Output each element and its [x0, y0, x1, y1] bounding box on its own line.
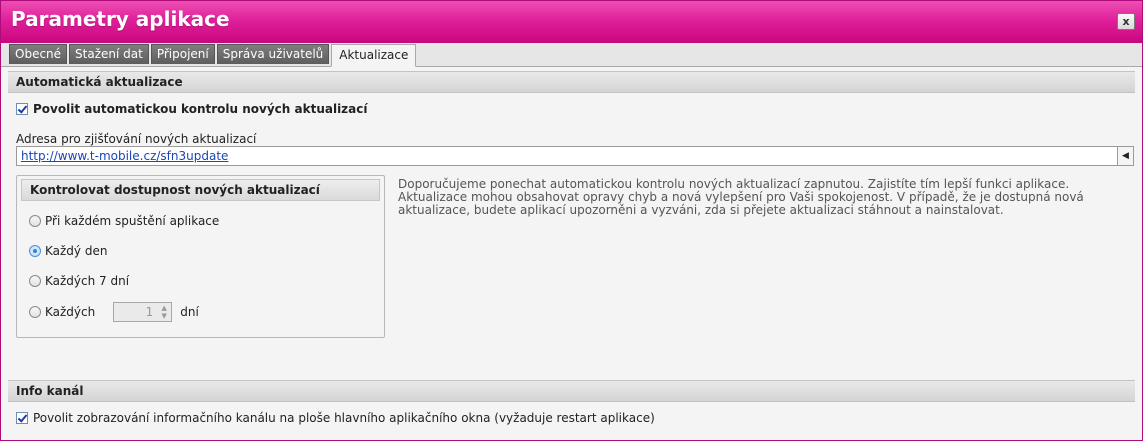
auto-update-check-row[interactable]: Povolit automatickou kontrolu nových akt…: [16, 102, 368, 116]
update-frequency-area: Kontrolovat dostupnost nových aktualizac…: [8, 175, 1135, 345]
update-url-field[interactable]: http://www.t-mobile.cz/sfn3update ◀: [16, 146, 1134, 166]
radio-icon[interactable]: [29, 245, 41, 257]
auto-update-section-header: Automatická aktualizace: [8, 71, 1135, 93]
title-bar: Parametry aplikace x: [1, 1, 1142, 43]
radio-icon[interactable]: [29, 215, 41, 227]
info-channel-checkbox-label: Povolit zobrazování informačního kanálu …: [33, 411, 655, 425]
tab-updates[interactable]: Aktualizace: [331, 44, 417, 67]
close-button[interactable]: x: [1117, 13, 1135, 30]
radio-icon[interactable]: [29, 275, 41, 287]
update-frequency-group: Kontrolovat dostupnost nových aktualizac…: [16, 175, 385, 338]
days-unit-label: dní: [180, 305, 199, 319]
info-channel-section-header: Info kanál: [8, 380, 1135, 402]
auto-update-checkbox-label: Povolit automatickou kontrolu nových akt…: [33, 102, 368, 116]
radio-icon[interactable]: [29, 306, 41, 318]
info-channel-checkbox[interactable]: [16, 412, 28, 424]
dropdown-arrow-icon[interactable]: ◀: [1117, 147, 1133, 165]
radio-every-7-days[interactable]: Každých 7 dní: [29, 274, 129, 288]
radio-every-n-days[interactable]: Každých 1 ▲ ▼ dní: [29, 302, 199, 322]
auto-update-info-text: Doporučujeme ponechat automatickou kontr…: [398, 177, 1084, 217]
stepper-arrows-icon[interactable]: ▲ ▼: [159, 304, 169, 320]
radio-label: Při každém spuštění aplikace: [45, 214, 220, 228]
radio-label: Každých 7 dní: [45, 274, 130, 288]
radio-every-day[interactable]: Každý den: [29, 244, 107, 258]
update-url-link[interactable]: http://www.t-mobile.cz/sfn3update: [21, 149, 228, 163]
tab-connection[interactable]: Připojení: [150, 44, 215, 64]
radio-label: Každý den: [45, 244, 108, 258]
tab-strip: Obecné Stažení dat Připojení Správa uživ…: [1, 43, 1142, 67]
auto-update-checkbox[interactable]: [16, 103, 28, 115]
auto-update-section: Povolit automatickou kontrolu nových akt…: [8, 93, 1135, 380]
update-frequency-group-title: Kontrolovat dostupnost nových aktualizac…: [21, 179, 380, 201]
info-channel-check-row[interactable]: Povolit zobrazování informačního kanálu …: [16, 411, 655, 425]
url-label: Adresa pro zjišťování nových aktualizací: [16, 132, 257, 146]
days-stepper[interactable]: 1 ▲ ▼: [113, 302, 173, 322]
tab-general[interactable]: Obecné: [9, 44, 68, 64]
radio-label: Každých: [45, 305, 96, 319]
days-stepper-value: 1: [145, 305, 154, 319]
radio-every-start[interactable]: Při každém spuštění aplikace: [29, 214, 219, 228]
tab-user-management[interactable]: Správa uživatelů: [216, 44, 330, 64]
info-channel-section: Povolit zobrazování informačního kanálu …: [8, 402, 1135, 436]
settings-dialog: Parametry aplikace x Obecné Stažení dat …: [0, 0, 1143, 441]
dialog-title: Parametry aplikace: [11, 7, 230, 31]
tab-data-download[interactable]: Stažení dat: [69, 44, 149, 64]
